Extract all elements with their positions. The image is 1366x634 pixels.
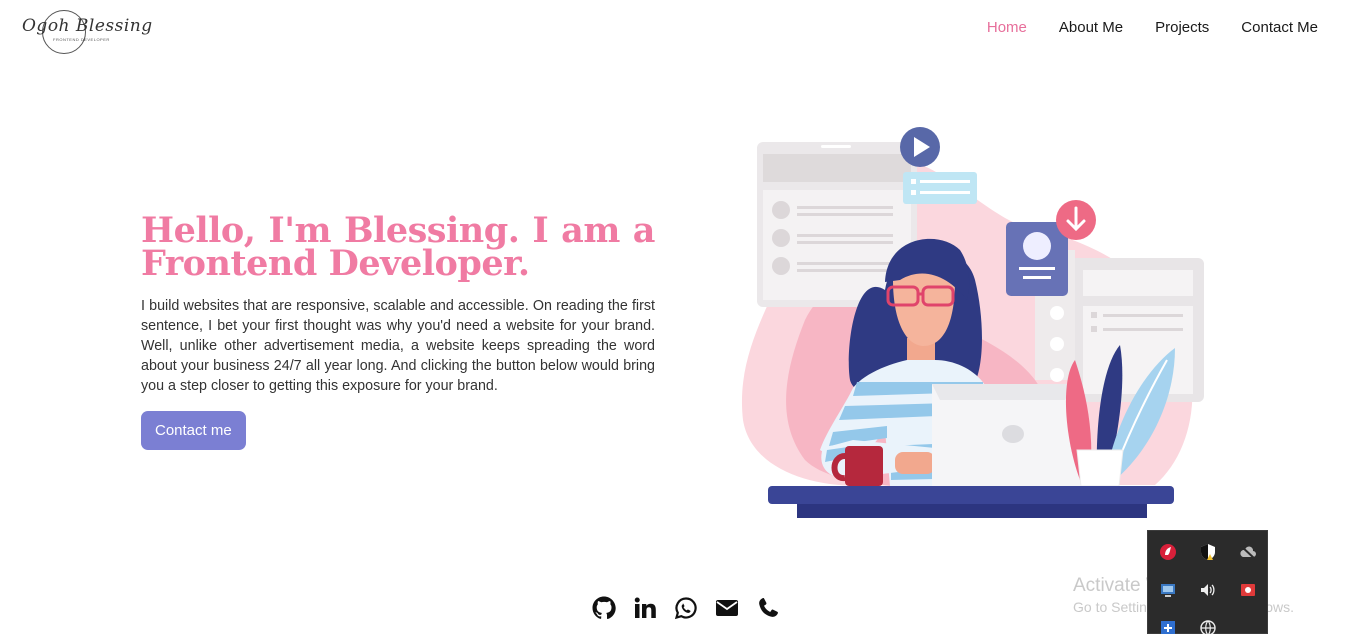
hero-section: Hello, I'm Blessing. I am a Frontend Dev…	[141, 210, 656, 450]
logo-tagline: Frontend Developer	[53, 37, 110, 42]
screen-record-icon[interactable]	[1228, 571, 1268, 609]
github-icon[interactable]	[592, 596, 616, 620]
desk	[768, 486, 1174, 504]
chat-bubble	[903, 172, 977, 204]
developer-illustration	[741, 127, 1204, 518]
linkedin-icon[interactable]	[633, 596, 657, 620]
phone-icon[interactable]	[756, 596, 780, 620]
hero-description: I build websites that are responsive, sc…	[141, 298, 655, 394]
antivirus-icon[interactable]	[1148, 533, 1188, 571]
nav-projects[interactable]: Projects	[1139, 18, 1225, 38]
nav-home[interactable]: Home	[971, 18, 1043, 38]
plant-pot	[1076, 449, 1124, 487]
contact-me-button[interactable]: Contact me	[141, 411, 246, 450]
site-logo[interactable]: Ogoh Blessing Frontend Developer	[20, 8, 152, 54]
volume-icon[interactable]	[1188, 571, 1228, 609]
whatsapp-icon[interactable]	[674, 596, 698, 620]
nav-about[interactable]: About Me	[1043, 18, 1139, 38]
main-nav: Home About Me Projects Contact Me	[971, 18, 1334, 38]
email-icon[interactable]	[715, 596, 739, 620]
nav-contact[interactable]: Contact Me	[1225, 18, 1334, 38]
cloud-offline-icon[interactable]	[1228, 533, 1268, 571]
add-icon[interactable]	[1148, 609, 1188, 634]
network-display-icon[interactable]	[1148, 571, 1188, 609]
hero-title: Hello, I'm Blessing. I am a Frontend Dev…	[141, 210, 656, 284]
globe-icon[interactable]	[1188, 609, 1228, 634]
mug	[845, 446, 883, 486]
social-links	[592, 596, 780, 620]
security-shield-icon[interactable]	[1188, 533, 1228, 571]
logo-script: Ogoh Blessing	[22, 16, 153, 36]
system-tray-flyout	[1147, 530, 1268, 634]
